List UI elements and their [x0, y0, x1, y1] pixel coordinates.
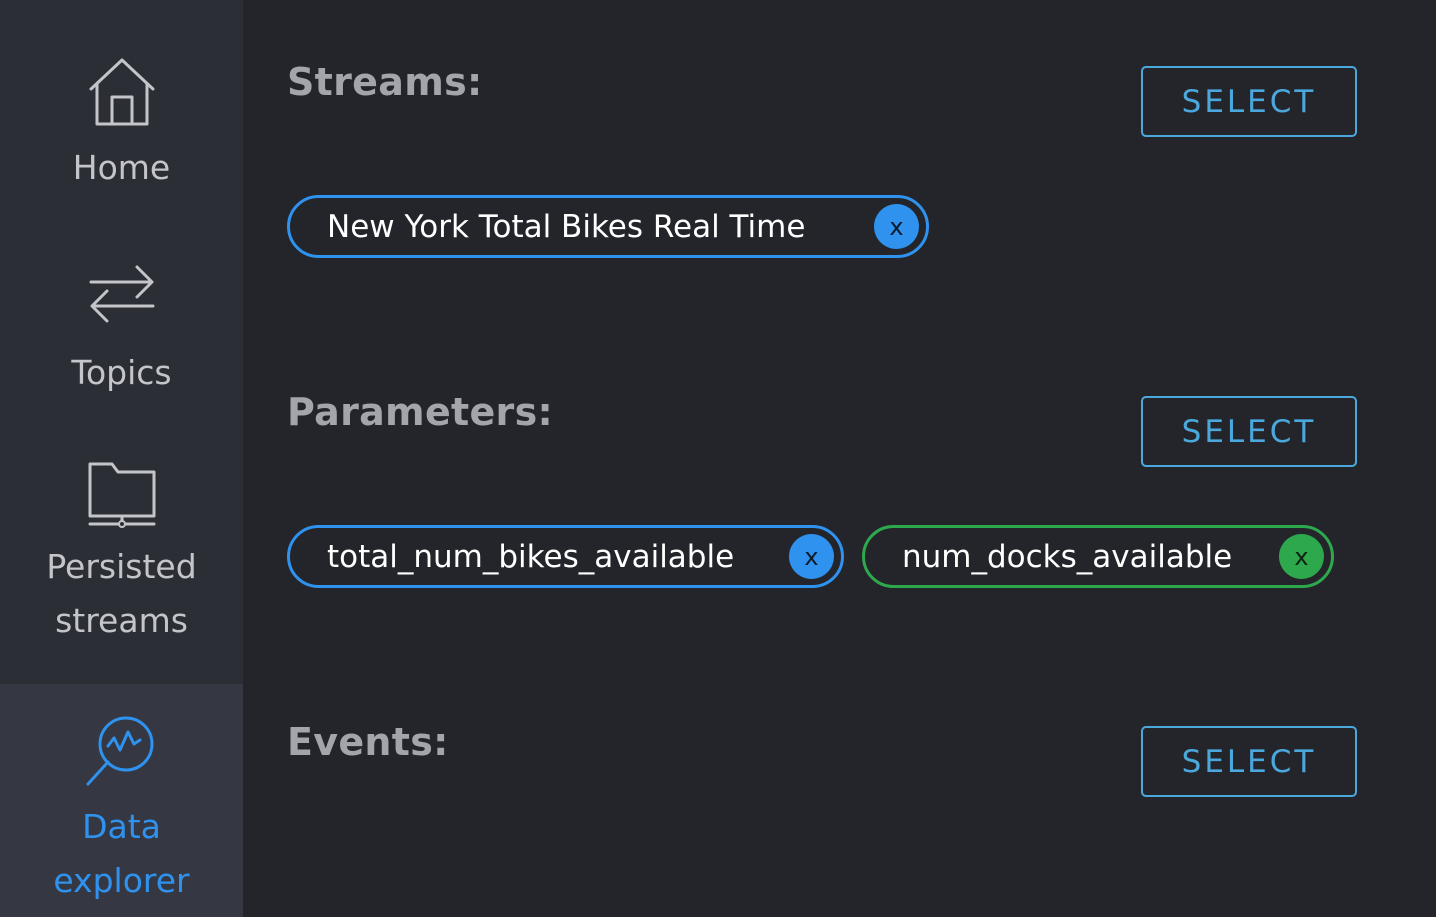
sidebar-item-label-line2: explorer: [53, 861, 190, 900]
folder-icon: [88, 462, 155, 528]
remove-chip-button[interactable]: x: [1279, 534, 1324, 579]
chip-label: total_num_bikes_available: [327, 538, 735, 575]
main-content: Streams: SELECT New York Total Bikes Rea…: [243, 0, 1436, 917]
sidebar-item-persisted-streams[interactable]: Persisted streams: [0, 460, 243, 648]
sidebar: Home Topics Persisted streams Data explo…: [0, 0, 243, 917]
stream-chip: New York Total Bikes Real Time x: [287, 195, 929, 258]
home-icon: [89, 58, 154, 126]
data-search-icon: [86, 716, 153, 786]
parameters-title: Parameters:: [287, 390, 554, 434]
remove-chip-button[interactable]: x: [874, 204, 919, 249]
chip-label: num_docks_available: [902, 538, 1233, 575]
sidebar-item-topics[interactable]: Topics: [0, 262, 243, 400]
sidebar-item-label-line1: Data: [82, 807, 161, 846]
sidebar-item-label: Home: [72, 148, 171, 187]
sidebar-item-data-explorer[interactable]: Data explorer: [0, 684, 243, 917]
arrows-exchange-icon: [89, 265, 154, 323]
sidebar-item-label: Topics: [71, 353, 172, 392]
streams-select-button[interactable]: SELECT: [1141, 66, 1357, 137]
parameters-select-button[interactable]: SELECT: [1141, 396, 1357, 467]
chip-label: New York Total Bikes Real Time: [327, 208, 806, 245]
sidebar-item-label-line1: Persisted: [46, 547, 197, 586]
parameter-chip: total_num_bikes_available x: [287, 525, 844, 588]
parameter-chip: num_docks_available x: [862, 525, 1334, 588]
events-select-button[interactable]: SELECT: [1141, 726, 1357, 797]
events-title: Events:: [287, 720, 449, 764]
remove-chip-button[interactable]: x: [789, 534, 834, 579]
sidebar-item-home[interactable]: Home: [0, 55, 243, 195]
streams-title: Streams:: [287, 60, 483, 104]
sidebar-item-label-line2: streams: [55, 601, 188, 640]
